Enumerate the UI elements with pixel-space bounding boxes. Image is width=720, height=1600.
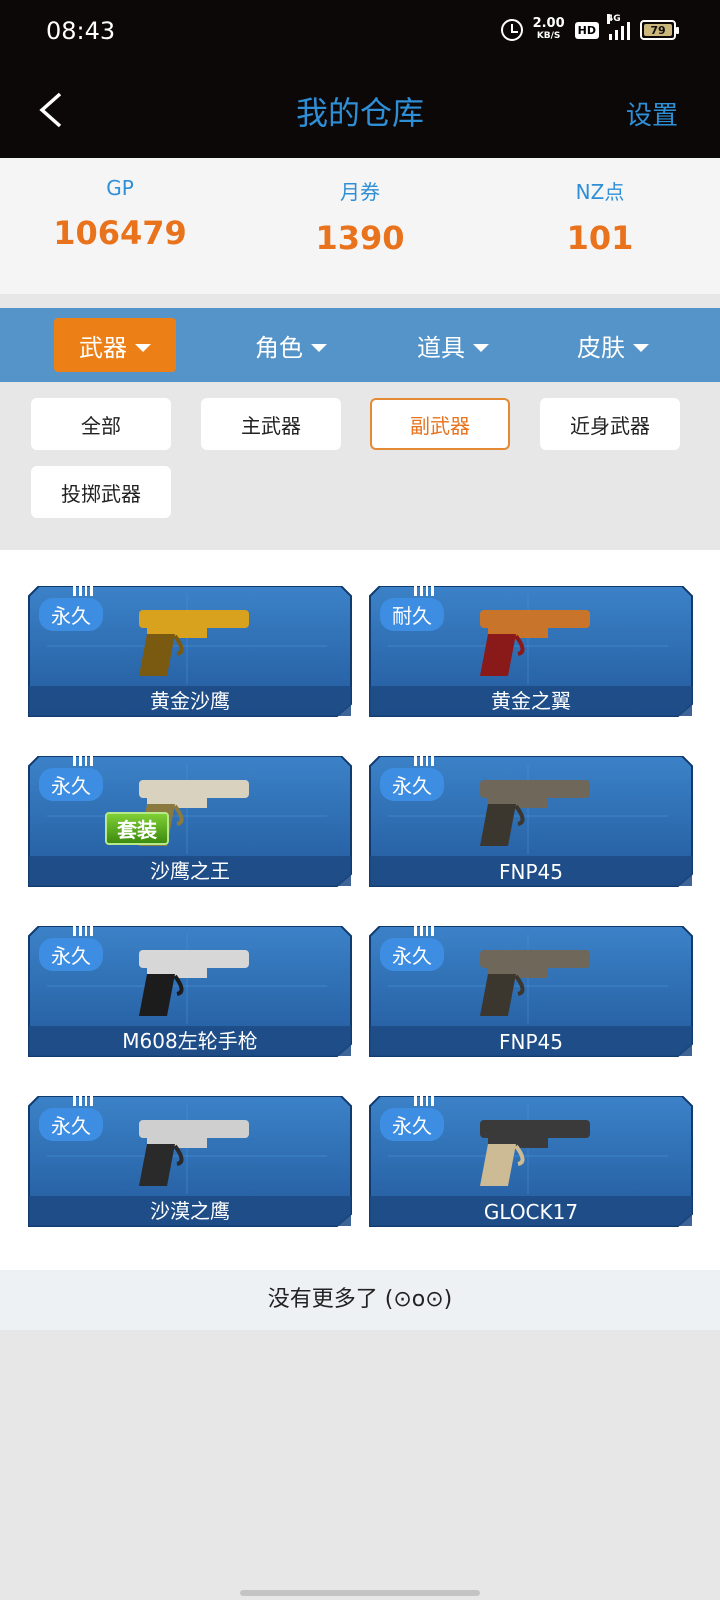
filter-melee[interactable]: 近身武器 (540, 398, 680, 450)
tab-characters[interactable]: 角色 (230, 318, 352, 372)
duration-tag: 耐久 (380, 598, 444, 631)
weapon-name: 沙漠之鹰 (150, 1199, 230, 1223)
battery-level: 79 (644, 24, 672, 37)
card-notch (414, 1096, 434, 1106)
filter-area: 全部 主武器 副武器 近身武器 投掷武器 (0, 382, 720, 550)
filter-throwing[interactable]: 投掷武器 (31, 466, 171, 518)
pistol-icon (480, 950, 590, 1016)
tab-weapons[interactable]: 武器 (54, 318, 176, 372)
suit-badge: 套装 (105, 812, 169, 845)
pistol-icon (139, 610, 249, 676)
weapon-card[interactable]: 永久 FNP45 (368, 756, 694, 888)
card-notch (73, 926, 93, 936)
card-notch (414, 926, 434, 936)
tab-skins[interactable]: 皮肤 (552, 318, 674, 372)
weapon-name: FNP45 (499, 1030, 563, 1054)
currency-ticket: 月券 1390 (240, 176, 480, 257)
duration-tag: 永久 (380, 938, 444, 971)
weapon-name: GLOCK17 (483, 1200, 579, 1224)
filter-all[interactable]: 全部 (31, 398, 171, 450)
duration-tag: 永久 (39, 938, 103, 971)
caret-down-icon (311, 344, 327, 352)
settings-link[interactable]: 设置 (626, 95, 678, 132)
pistol-icon (480, 1120, 590, 1186)
status-icons: 2.00 KB/S HD 4G 79 (500, 14, 679, 42)
tab-label: 武器 (79, 333, 127, 362)
weapon-name: FNP45 (499, 860, 563, 884)
tab-label: 角色 (255, 333, 303, 362)
network-type: 4G (607, 14, 621, 24)
duration-tag: 永久 (380, 1108, 444, 1141)
caret-down-icon (473, 344, 489, 352)
duration-tag: 永久 (39, 598, 103, 631)
caret-down-icon (633, 344, 649, 352)
category-tabs: 武器 角色 道具 皮肤 (0, 308, 720, 382)
currency-label: GP (106, 176, 134, 200)
card-notch (414, 586, 434, 596)
no-more-text: 没有更多了 (⊙o⊙) (0, 1270, 720, 1330)
home-indicator[interactable] (240, 1590, 480, 1596)
tab-label: 道具 (417, 333, 465, 362)
pistol-icon (139, 950, 249, 1016)
card-notch (73, 1096, 93, 1106)
hd-icon: HD (574, 21, 599, 39)
currency-gp: GP 106479 (0, 176, 240, 252)
status-time: 08:43 (46, 17, 116, 45)
currency-nz: NZ点 101 (480, 176, 720, 257)
speed-unit: KB/S (536, 31, 561, 41)
page-title: 我的仓库 (295, 94, 424, 132)
weapon-card[interactable]: 永久 M608左轮手枪 (27, 926, 353, 1058)
currency-label: NZ点 (575, 180, 625, 204)
card-notch (414, 756, 434, 766)
filter-primary[interactable]: 主武器 (201, 398, 341, 450)
weapon-name: 沙鹰之王 (150, 859, 230, 883)
currency-value: 101 (566, 219, 634, 257)
weapon-name: 黄金之翼 (491, 689, 571, 713)
card-notch (73, 586, 93, 596)
currency-value: 1390 (315, 219, 405, 257)
caret-down-icon (135, 344, 151, 352)
signal-icon: 4G (607, 14, 630, 40)
currency-panel: GP 106479 月券 1390 NZ点 101 (0, 158, 720, 294)
pistol-icon (139, 1120, 249, 1186)
duration-tag: 永久 (39, 1108, 103, 1141)
currency-value: 106479 (53, 214, 187, 252)
duration-tag: 永久 (39, 768, 103, 801)
filter-secondary[interactable]: 副武器 (370, 398, 510, 450)
currency-label: 月券 (340, 180, 380, 204)
pistol-icon (480, 610, 590, 676)
weapon-card[interactable]: 永久 套装沙鹰之王 (27, 756, 353, 888)
tab-label: 皮肤 (577, 333, 625, 362)
battery-icon: 79 (640, 20, 679, 40)
weapon-name: 黄金沙鹰 (150, 689, 230, 713)
weapon-card[interactable]: 耐久黄金之翼 (368, 586, 694, 718)
weapon-card[interactable]: 永久 GLOCK17 (368, 1096, 694, 1228)
weapon-card[interactable]: 永久 FNP45 (368, 926, 694, 1058)
card-notch (73, 756, 93, 766)
duration-tag: 永久 (380, 768, 444, 801)
network-speed: 2.00 KB/S (532, 16, 565, 42)
top-bar: 08:43 2.00 KB/S HD 4G 79 我的仓库 设置 (0, 0, 720, 158)
speed-value: 2.00 (532, 16, 565, 31)
weapon-name: M608左轮手枪 (122, 1029, 258, 1053)
tab-items[interactable]: 道具 (392, 318, 514, 372)
alarm-icon (500, 19, 523, 41)
weapon-card[interactable]: 永久黄金沙鹰 (27, 586, 353, 718)
weapon-card[interactable]: 永久沙漠之鹰 (27, 1096, 353, 1228)
weapon-grid: 永久 黄金沙鹰 耐久 黄金之翼 永久 套装 沙鹰之王 永久 FNP45 永久 M608左轮手… (0, 550, 720, 1270)
pistol-icon (480, 780, 590, 846)
